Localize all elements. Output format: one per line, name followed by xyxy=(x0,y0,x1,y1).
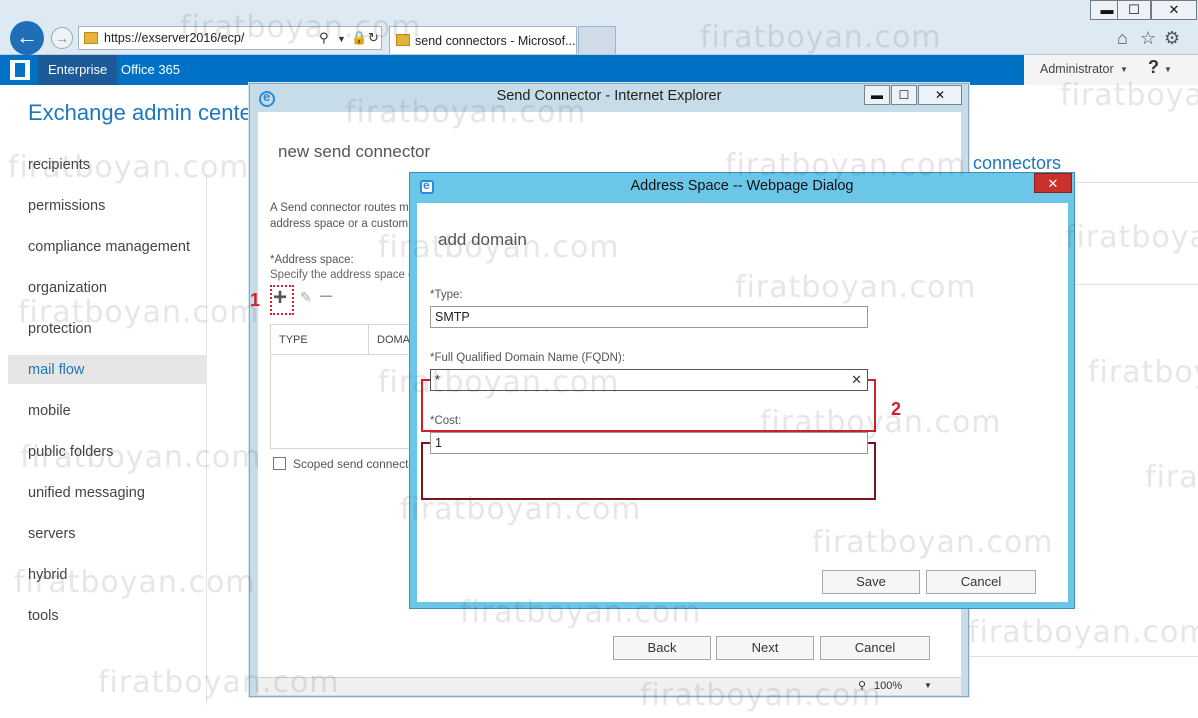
sc-maximize-button[interactable]: ☐ xyxy=(891,85,917,105)
back-arrow-icon[interactable]: ← xyxy=(10,21,44,55)
back-button[interactable]: Back xyxy=(613,636,711,660)
right-divider xyxy=(970,656,1198,657)
nav-item-mail-flow[interactable]: mail flow xyxy=(28,362,84,378)
nav-item-tools[interactable]: tools xyxy=(28,608,59,624)
dialog-cancel-button[interactable]: Cancel xyxy=(926,570,1036,594)
refresh-icon[interactable]: ↻ xyxy=(368,30,379,46)
send-connector-window-title: Send Connector - Internet Explorer xyxy=(496,88,722,104)
tab-favicon-icon xyxy=(396,34,410,46)
eac-top-bar: Enterprise Office 365 xyxy=(0,55,1198,85)
forward-arrow-icon[interactable]: → xyxy=(51,27,73,49)
maximize-button[interactable]: ☐ xyxy=(1117,0,1151,20)
chevron-down-icon: ▼ xyxy=(1120,65,1128,74)
enterprise-link[interactable]: Enterprise xyxy=(38,55,118,85)
admin-menu[interactable]: Administrator ▼ ? ▼ xyxy=(1024,55,1198,85)
watermark: firatboyan.com xyxy=(1145,460,1198,495)
nav-item-public-folders[interactable]: public folders xyxy=(28,444,113,460)
column-header-type[interactable]: TYPE xyxy=(279,334,308,346)
tab-send-connectors[interactable]: send connectors - Microsof... xyxy=(389,26,577,54)
sc-description: A Send connector routes m address space … xyxy=(270,200,420,232)
column-header-domain[interactable]: DOMA xyxy=(377,334,410,346)
next-button[interactable]: Next xyxy=(716,636,814,660)
edit-pencil-icon[interactable]: ✎ xyxy=(300,289,312,306)
nav-item-mobile[interactable]: mobile xyxy=(28,403,71,419)
tab-title: send connectors - Microsof... xyxy=(415,34,576,48)
nav-item-servers[interactable]: servers xyxy=(28,526,76,542)
address-space-help: Specify the address space o xyxy=(270,269,415,281)
fqdn-label: *Full Qualified Domain Name (FQDN): xyxy=(430,352,625,364)
sc-close-button[interactable]: ✕ xyxy=(918,85,962,105)
sc-cancel-button[interactable]: Cancel xyxy=(820,636,930,660)
tab-connectors[interactable]: connectors xyxy=(973,153,1061,174)
annotation-1: 1 xyxy=(250,290,261,310)
nav-item-organization[interactable]: organization xyxy=(28,280,107,296)
office365-link[interactable]: Office 365 xyxy=(121,55,180,85)
nav-item-unified-messaging[interactable]: unified messaging xyxy=(28,485,145,501)
save-button[interactable]: Save xyxy=(822,570,920,594)
lock-icon[interactable]: 🔒 xyxy=(351,30,367,46)
nav-item-permissions[interactable]: permissions xyxy=(28,198,105,214)
dialog-close-button[interactable]: ✕ xyxy=(1034,173,1072,193)
watermark: firatboyan.com xyxy=(968,615,1198,650)
sc-desc-line: A Send connector routes m xyxy=(270,202,409,214)
nav-item-hybrid[interactable]: hybrid xyxy=(28,567,68,583)
help-icon[interactable]: ? xyxy=(1148,57,1159,78)
zoom-dropdown-icon[interactable]: ▼ xyxy=(924,681,932,690)
address-bar[interactable]: https://exserver2016/ecp/ ⚲ ▼ 🔒 ↻ xyxy=(78,26,382,50)
annotation-2: 2 xyxy=(891,399,902,419)
scoped-send-connector-label: Scoped send connecto xyxy=(293,457,413,471)
fqdn-value: * xyxy=(435,373,440,387)
site-favicon-icon xyxy=(84,32,98,44)
admin-label: Administrator xyxy=(1040,62,1114,76)
office-logo-icon xyxy=(10,60,30,80)
help-chevron-down-icon[interactable]: ▼ xyxy=(1164,65,1172,74)
close-button[interactable]: ✕ xyxy=(1151,0,1197,20)
zoom-level[interactable]: 100% xyxy=(874,680,902,692)
search-icon[interactable]: ⚲ xyxy=(319,30,329,46)
cost-input[interactable]: 1 xyxy=(430,432,868,454)
status-bar: ⚲ 100% ▼ xyxy=(258,677,961,695)
zoom-icon: ⚲ xyxy=(858,680,867,692)
nav-item-protection[interactable]: protection xyxy=(28,321,92,337)
dropdown-arrow-icon[interactable]: ▼ xyxy=(337,34,346,44)
home-icon[interactable]: ⌂ xyxy=(1117,28,1128,49)
sc-desc-line: address space or a custom xyxy=(270,218,409,230)
nav-item-compliance-management[interactable]: compliance management xyxy=(28,239,190,255)
dialog-heading: add domain xyxy=(438,230,527,249)
type-field[interactable]: SMTP xyxy=(430,306,868,328)
type-label: *Type: xyxy=(430,289,463,301)
remove-icon[interactable]: – xyxy=(320,282,332,308)
address-space-table: TYPE DOMA xyxy=(270,324,420,449)
address-space-label: *Address space: xyxy=(270,254,354,266)
settings-gear-icon[interactable]: ⚙ xyxy=(1164,28,1180,49)
column-separator xyxy=(368,325,369,355)
address-space-dialog: Address Space -- Webpage Dialog ✕ add do… xyxy=(409,172,1075,609)
add-icon[interactable]: + xyxy=(273,284,287,312)
sc-minimize-button[interactable]: ▬ xyxy=(864,85,890,105)
eac-title: Exchange admin center xyxy=(28,100,260,125)
browser-toolbar: ← → https://exserver2016/ecp/ ⚲ ▼ 🔒 ↻ se… xyxy=(0,0,1198,55)
cost-label: *Cost: xyxy=(430,415,462,427)
watermark: firatboyan.com xyxy=(1088,355,1198,390)
table-header: TYPE DOMA xyxy=(271,325,419,355)
fqdn-input[interactable]: * ✕ xyxy=(430,369,868,391)
sc-heading: new send connector xyxy=(278,142,431,161)
new-tab-button[interactable] xyxy=(578,26,616,54)
nav-item-recipients[interactable]: recipients xyxy=(28,157,90,173)
favorites-star-icon[interactable]: ☆ xyxy=(1140,28,1156,49)
dialog-content: add domain *Type: SMTP *Full Qualified D… xyxy=(417,203,1068,602)
watermark: firatboyan.com xyxy=(1065,220,1198,255)
nav-divider xyxy=(206,175,207,705)
dialog-title: Address Space -- Webpage Dialog xyxy=(630,178,854,194)
clear-icon[interactable]: ✕ xyxy=(851,372,862,388)
address-url: https://exserver2016/ecp/ xyxy=(104,31,245,45)
scoped-send-connector-checkbox[interactable] xyxy=(273,457,286,470)
